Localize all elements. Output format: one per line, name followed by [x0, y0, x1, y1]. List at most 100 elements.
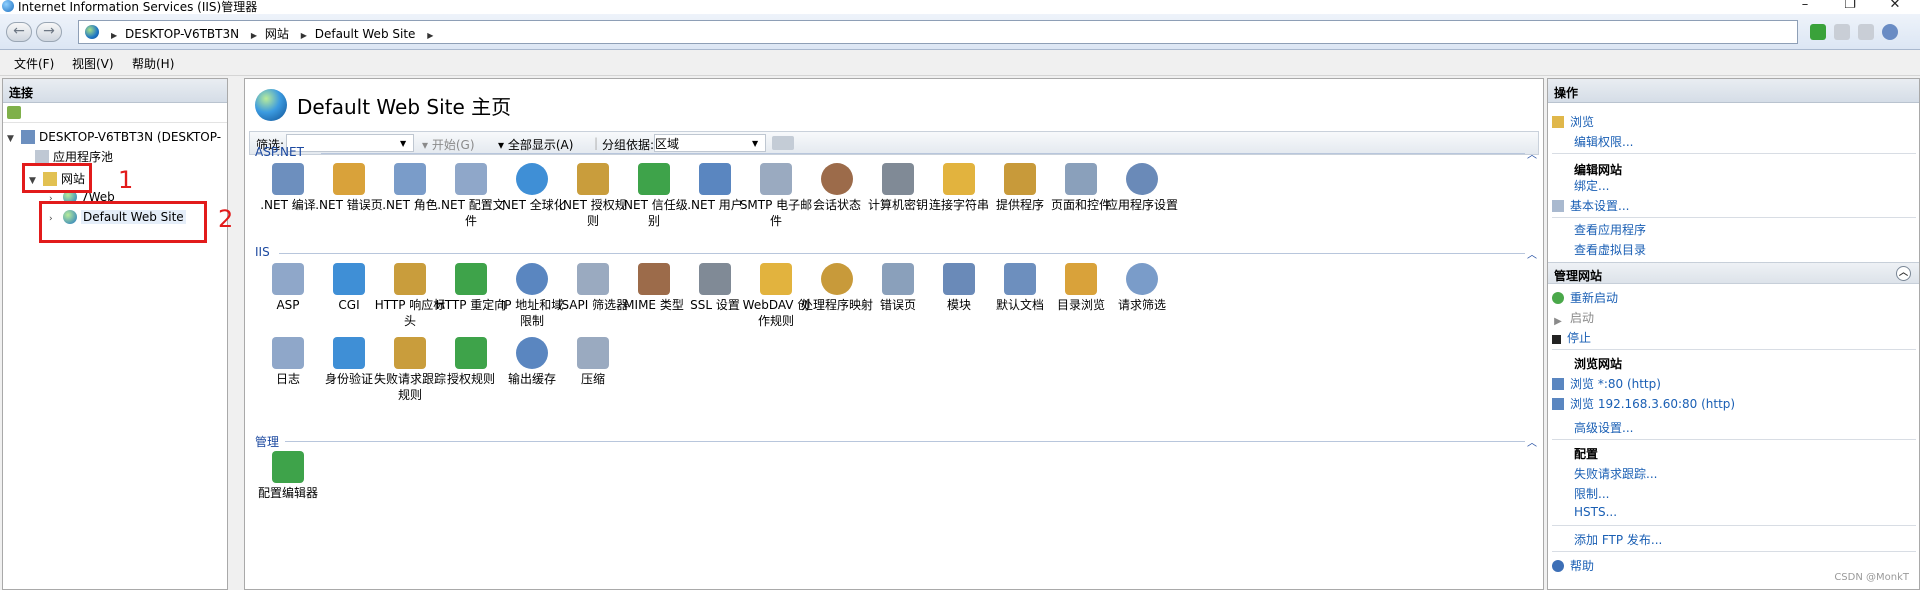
feature-tile[interactable]: 压缩 — [556, 337, 630, 387]
tree-item-server[interactable]: ▼ DESKTOP-V6TBT3N (DESKTOP- — [7, 130, 221, 144]
start-filter-button[interactable]: ▾ 开始(G) — [422, 136, 475, 153]
actions-pane: 操作 浏览 编辑权限... 编辑网站 绑定... 基本设置... 查看应用程序 … — [1547, 78, 1920, 590]
feature-icon — [1126, 163, 1158, 195]
connections-pane: 连接 ▼ DESKTOP-V6TBT3N (DESKTOP- 应用程序池 ▼ 网站 … — [2, 78, 228, 590]
action-hsts[interactable]: HSTS... — [1574, 505, 1617, 519]
settings-icon — [1552, 200, 1564, 212]
feature-icon — [272, 337, 304, 369]
help-icon[interactable] — [1882, 24, 1898, 40]
action-limits[interactable]: 限制... — [1574, 485, 1609, 502]
back-button[interactable]: ← — [6, 22, 32, 42]
annotation-box-2 — [39, 201, 207, 243]
action-restart[interactable]: 重新启动 — [1552, 289, 1618, 306]
collapse-up-icon[interactable]: ︿ — [1527, 246, 1537, 261]
action-basic-settings[interactable]: 基本设置... — [1552, 197, 1629, 214]
breadcrumb-sites[interactable]: 网站 — [265, 27, 289, 41]
title-bar: Internet Information Services (IIS)管理器 –… — [0, 0, 1920, 14]
action-bindings[interactable]: 绑定... — [1574, 177, 1609, 194]
filter-input[interactable] — [286, 134, 414, 152]
action-add-ftp[interactable]: 添加 FTP 发布... — [1574, 531, 1662, 548]
chevron-right-icon: ▶ — [300, 31, 307, 40]
feature-icon — [760, 163, 792, 195]
group-by-select[interactable] — [654, 134, 766, 152]
group-header: 管理 — [255, 435, 280, 449]
forward-button[interactable]: → — [36, 22, 62, 42]
menu-view[interactable]: 视图(V) — [72, 55, 114, 72]
action-browse-80[interactable]: 浏览 *:80 (http) — [1552, 375, 1661, 392]
feature-icon — [1004, 263, 1036, 295]
action-browse[interactable]: 浏览 — [1552, 113, 1594, 130]
feature-icon — [333, 337, 365, 369]
folder-icon — [1552, 116, 1564, 128]
breadcrumb-server[interactable]: DESKTOP-V6TBT3N — [125, 27, 239, 41]
feature-icon — [699, 263, 731, 295]
feature-icon — [760, 263, 792, 295]
action-edit-permissions[interactable]: 编辑权限... — [1574, 133, 1633, 150]
restore-button[interactable]: ❐ — [1835, 0, 1865, 13]
breadcrumb-site[interactable]: Default Web Site — [315, 27, 416, 41]
feature-icon — [394, 263, 426, 295]
edit-site-heading: 编辑网站 — [1574, 163, 1623, 177]
action-view-virtual-dirs[interactable]: 查看虚拟目录 — [1574, 241, 1646, 258]
chevron-right-icon: ▶ — [111, 31, 118, 40]
chevron-down-icon[interactable]: ▼ — [7, 134, 17, 144]
chevron-right-icon: ▶ — [427, 31, 434, 40]
connect-icon[interactable] — [1810, 24, 1826, 40]
browse-icon — [1552, 398, 1564, 410]
config-heading: 配置 — [1574, 447, 1599, 461]
collapse-up-icon[interactable]: ︿ — [1527, 146, 1537, 161]
breadcrumb: ▶ DESKTOP-V6TBT3N ▶ 网站 ▶ Default Web Sit… — [107, 25, 437, 42]
action-start[interactable]: ▶ 启动 — [1552, 309, 1594, 328]
action-failed-request-tracing[interactable]: 失败请求跟踪... — [1574, 465, 1657, 482]
group-header: ASP.NET — [255, 145, 304, 159]
feature-icon — [821, 163, 853, 195]
restart-icon — [1552, 292, 1564, 304]
feature-icon — [577, 263, 609, 295]
feature-icon — [1004, 163, 1036, 195]
menu-help[interactable]: 帮助(H) — [132, 55, 174, 72]
help-icon — [1552, 560, 1564, 572]
connections-title: 连接 — [3, 79, 227, 103]
feature-icon — [577, 337, 609, 369]
annotation-number-1: 1 — [118, 166, 134, 194]
close-button[interactable]: ✕ — [1880, 0, 1910, 13]
menu-file[interactable]: 文件(F) — [14, 55, 54, 72]
browse-site-heading: 浏览网站 — [1574, 357, 1623, 371]
feature-icon — [577, 163, 609, 195]
action-advanced-settings[interactable]: 高级设置... — [1574, 419, 1633, 436]
action-help[interactable]: 帮助 — [1552, 557, 1594, 574]
address-path[interactable]: ▶ DESKTOP-V6TBT3N ▶ 网站 ▶ Default Web Sit… — [78, 20, 1798, 44]
actions-title: 操作 — [1548, 79, 1919, 103]
features-pane: Default Web Site 主页 筛选: ▼ ▾ 开始(G) ▾ 全部显示… — [244, 78, 1544, 590]
feature-icon — [1126, 263, 1158, 295]
server-icon — [21, 130, 35, 144]
collapse-up-icon[interactable]: ︿ — [1527, 434, 1537, 449]
mail-icon[interactable] — [1834, 24, 1850, 40]
feature-icon — [455, 163, 487, 195]
action-view-applications[interactable]: 查看应用程序 — [1574, 221, 1646, 238]
action-stop[interactable]: 停止 — [1552, 329, 1591, 346]
chevron-down-icon[interactable]: ▼ — [400, 139, 406, 148]
annotation-number-2: 2 — [218, 205, 234, 233]
show-all-button[interactable]: ▾ 全部显示(A) — [498, 136, 573, 153]
connections-toolbar — [3, 103, 227, 123]
create-connection-icon[interactable] — [7, 106, 21, 119]
globe-icon — [85, 25, 99, 39]
feature-icon — [699, 163, 731, 195]
feature-icon — [516, 263, 548, 295]
feature-label: 应用程序设置 — [1105, 198, 1178, 212]
feature-tile[interactable]: 配置编辑器 — [251, 451, 325, 501]
feature-tile[interactable]: 请求筛选 — [1105, 263, 1179, 313]
chevron-down-icon[interactable]: ▼ — [752, 139, 758, 148]
view-mode-icon[interactable] — [772, 136, 794, 150]
feature-icon — [516, 337, 548, 369]
feature-icon — [821, 263, 853, 295]
action-browse-ip[interactable]: 浏览 192.168.3.60:80 (http) — [1552, 395, 1735, 412]
feature-tile[interactable]: 应用程序设置 — [1105, 163, 1179, 213]
feature-icon — [455, 263, 487, 295]
minimize-button[interactable]: – — [1790, 0, 1820, 13]
feature-label: 请求筛选 — [1117, 298, 1166, 312]
refresh-icon[interactable] — [1858, 24, 1874, 40]
collapse-up-icon[interactable]: ︿ — [1896, 266, 1911, 281]
browse-icon — [1552, 378, 1564, 390]
